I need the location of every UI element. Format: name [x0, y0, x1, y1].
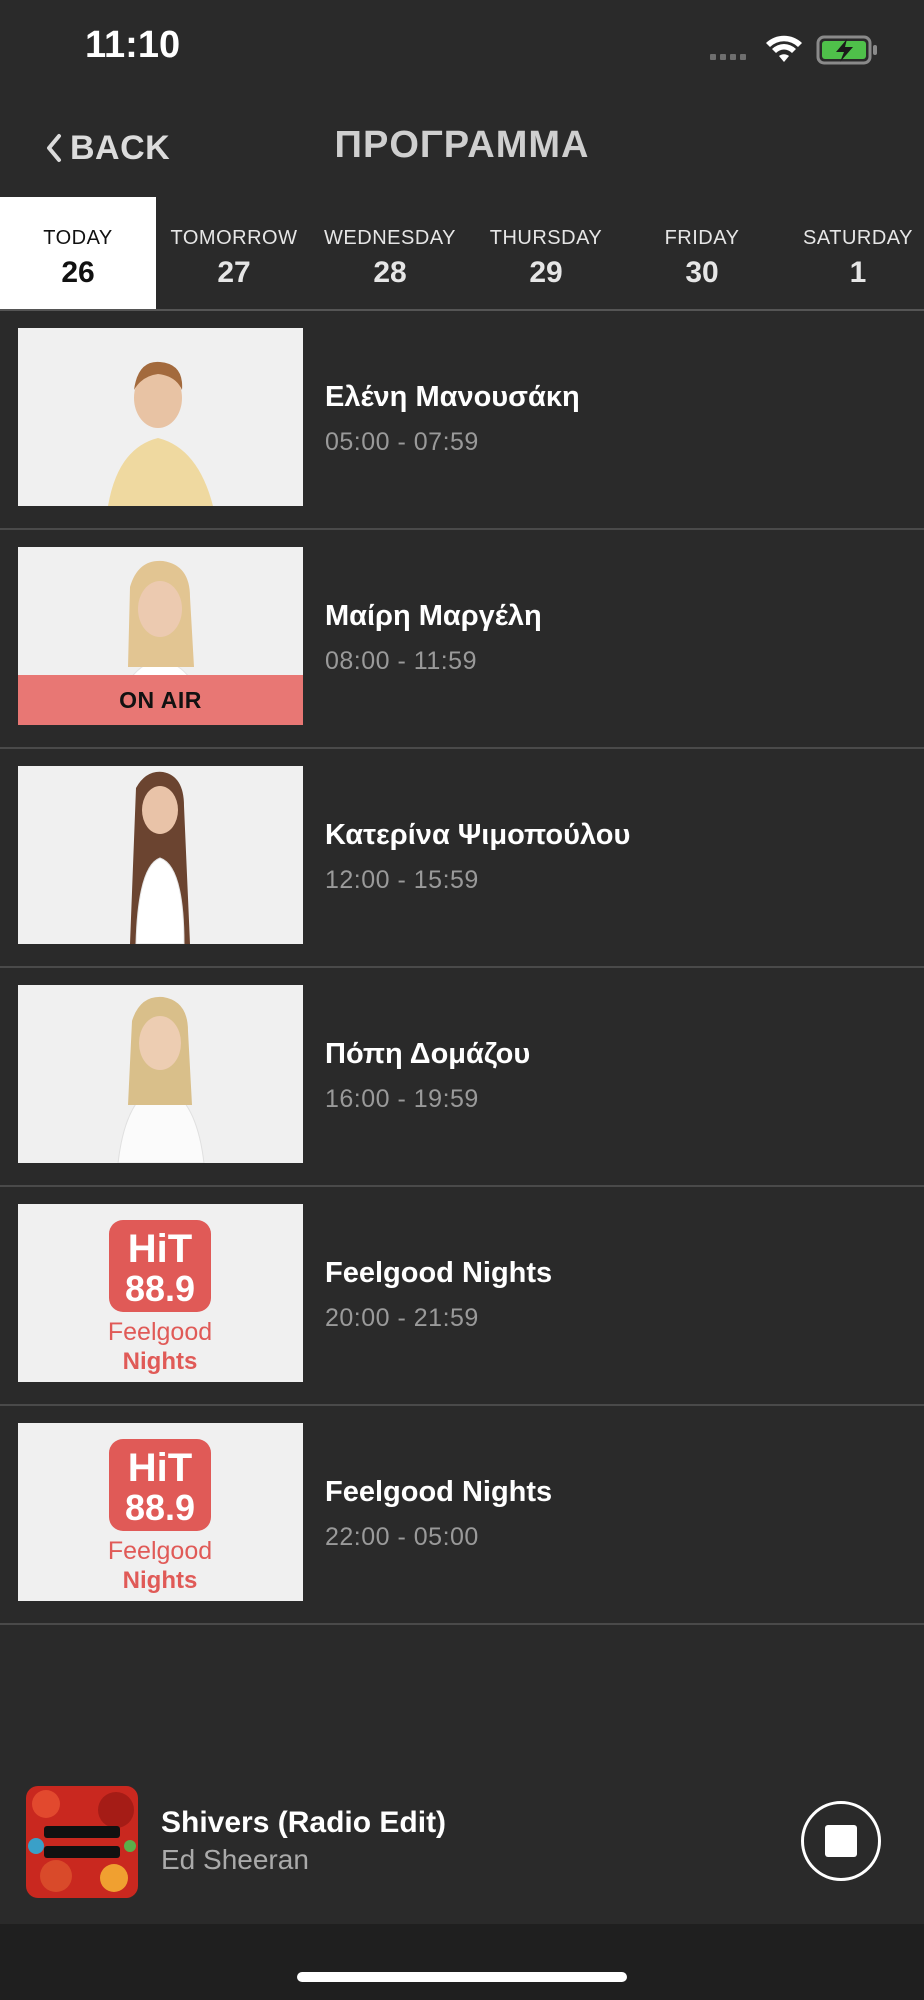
schedule-row[interactable]: ON AIR Μαίρη Μαργέλη 08:00 - 11:59 [0, 530, 924, 749]
show-name: Feelgood Nights [325, 1257, 553, 1289]
show-name: Κατερίνα Ψιμοπούλου [325, 819, 631, 851]
show-name: Feelgood Nights [325, 1476, 553, 1508]
tab-friday[interactable]: FRIDAY 30 [624, 197, 780, 309]
host-photo [18, 766, 303, 944]
album-cover-image [26, 1786, 138, 1898]
schedule-row[interactable]: Ελένη Μανουσάκη 05:00 - 07:59 [0, 311, 924, 530]
host-figure [18, 328, 303, 506]
status-time: 11:10 [85, 24, 181, 66]
tab-day-number: 27 [217, 256, 251, 289]
host-photo [18, 985, 303, 1163]
tab-day-number: 30 [685, 256, 719, 289]
show-time: 08:00 - 11:59 [325, 647, 477, 675]
tab-day-number: 26 [61, 256, 95, 289]
logo-line4: Nights [123, 1348, 198, 1375]
show-name: Ελένη Μανουσάκη [325, 381, 580, 413]
logo-line2: 88.9 [125, 1268, 195, 1309]
show-time: 20:00 - 21:59 [325, 1304, 479, 1332]
schedule-row[interactable]: HiT 88.9 Feelgood Nights Feelgood Nights… [0, 1187, 924, 1406]
track-artist: Ed Sheeran [161, 1844, 309, 1875]
host-figure [18, 766, 303, 944]
home-bar-area [0, 1924, 924, 2000]
schedule-row[interactable]: Πόπη Δομάζου 16:00 - 19:59 [0, 968, 924, 1187]
logo-line4: Nights [123, 1567, 198, 1594]
host-figure [18, 985, 303, 1163]
tab-day-number: 29 [529, 256, 563, 289]
show-time: 16:00 - 19:59 [325, 1085, 479, 1113]
tab-day-number: 1 [849, 256, 867, 289]
day-tabs: TODAY 26 TOMORROW 27 WEDNESDAY 28 THURSD… [0, 197, 924, 311]
tab-wednesday[interactable]: WEDNESDAY 28 [312, 197, 468, 309]
page-title: ΠΡΟΓΡΑΜΜΑ [334, 124, 590, 166]
host-photo [18, 328, 303, 506]
logo-line1: HiT [128, 1446, 192, 1490]
hit-logo-thumbnail: HiT 88.9 Feelgood Nights [18, 1204, 303, 1382]
tab-day-name: FRIDAY [664, 227, 740, 249]
schedule-row[interactable]: Κατερίνα Ψιμοπούλου 12:00 - 15:59 [0, 749, 924, 968]
stop-icon [825, 1825, 857, 1857]
track-title: Shivers (Radio Edit) [161, 1806, 447, 1839]
home-indicator[interactable] [297, 1972, 627, 1982]
logo-line3: Feelgood [108, 1318, 212, 1346]
tab-day-name: WEDNESDAY [324, 227, 456, 249]
show-name: Μαίρη Μαργέλη [325, 600, 542, 632]
tab-tomorrow[interactable]: TOMORROW 27 [156, 197, 312, 309]
logo-line2: 88.9 [125, 1487, 195, 1528]
tab-today[interactable]: TODAY 26 [0, 197, 156, 309]
show-time: 12:00 - 15:59 [325, 866, 479, 894]
tab-day-name: THURSDAY [489, 227, 603, 249]
tab-day-name: TODAY [43, 227, 113, 249]
cellular-signal-icon [710, 54, 746, 60]
now-playing-bar[interactable]: Shivers (Radio Edit) Ed Sheeran [0, 1756, 924, 1926]
schedule-row[interactable]: HiT 88.9 Feelgood Nights Feelgood Nights… [0, 1406, 924, 1625]
tab-day-number: 28 [373, 256, 407, 289]
tab-thursday[interactable]: THURSDAY 29 [468, 197, 624, 309]
tab-day-name: TOMORROW [170, 227, 298, 249]
hit-889-logo: HiT 88.9 Feelgood Nights [18, 1204, 303, 1382]
album-art [26, 1786, 138, 1898]
status-bar: 11:10 [0, 0, 924, 100]
host-photo: ON AIR [18, 547, 303, 725]
hit-889-logo: HiT 88.9 Feelgood Nights [18, 1423, 303, 1601]
battery-charging-icon [816, 35, 877, 65]
show-time: 05:00 - 07:59 [325, 428, 479, 456]
logo-line3: Feelgood [108, 1537, 212, 1565]
tab-day-name: SATURDAY [803, 227, 913, 249]
wifi-icon [766, 35, 802, 62]
show-name: Πόπη Δομάζου [325, 1038, 531, 1070]
stop-button[interactable] [801, 1801, 881, 1881]
on-air-badge: ON AIR [18, 675, 303, 725]
schedule-list: Ελένη Μανουσάκη 05:00 - 07:59 ON AIR Μαί… [0, 311, 924, 1625]
show-time: 22:00 - 05:00 [325, 1523, 479, 1551]
tab-saturday[interactable]: SATURDAY 1 [780, 197, 924, 309]
logo-line1: HiT [128, 1227, 192, 1271]
hit-logo-thumbnail: HiT 88.9 Feelgood Nights [18, 1423, 303, 1601]
